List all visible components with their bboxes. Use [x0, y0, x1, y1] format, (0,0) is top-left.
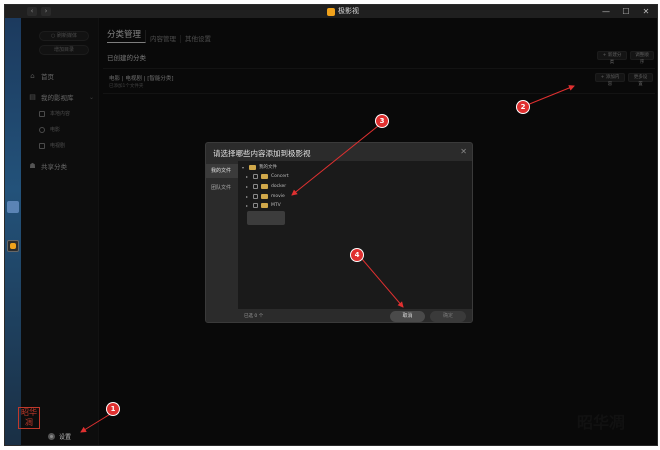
- folder-label: movie: [271, 193, 285, 199]
- chevron-right-icon[interactable]: ▸: [246, 184, 250, 189]
- folder-icon: [261, 173, 268, 179]
- desktop-strip: [5, 18, 21, 445]
- title-bar: ‹ › 极影视 — ☐ ✕: [5, 5, 657, 18]
- add-content-dialog: 请选择哪些内容添加到极影视 ✕ 我的文件 团队文件 ▾ 我的文件 ▸ Conce…: [205, 142, 473, 323]
- app-title: 极影视: [327, 6, 359, 17]
- settings-button[interactable]: 设置: [48, 432, 71, 441]
- annotation-badge-3: 3: [376, 115, 388, 127]
- folder-label: docker: [271, 183, 287, 189]
- cancel-button[interactable]: 取消: [390, 311, 425, 322]
- app-title-text: 极影视: [338, 7, 359, 15]
- chevron-right-icon[interactable]: ▸: [246, 203, 250, 208]
- folder-icon: [261, 193, 268, 199]
- dialog-source-tabs: 我的文件 团队文件: [206, 161, 238, 322]
- annotation-badge-1: 1: [107, 403, 119, 415]
- tree-folder[interactable]: ▸ docker: [246, 182, 286, 190]
- tree-folder[interactable]: ▸ movie: [246, 192, 285, 200]
- desktop-app-icon[interactable]: [7, 201, 19, 213]
- tree-root-label: 我的文件: [259, 165, 277, 170]
- settings-label: 设置: [59, 434, 72, 441]
- nav-arrows: ‹ ›: [27, 7, 51, 16]
- confirm-button[interactable]: 确定: [430, 311, 466, 322]
- annotation-badge-2: 2: [517, 101, 529, 113]
- tree-folder[interactable]: ▸ Concert: [246, 172, 289, 180]
- dialog-footer: 已选 0 个 取消 确定: [238, 309, 472, 322]
- close-icon[interactable]: ✕: [460, 147, 467, 156]
- folder-checkbox[interactable]: [253, 183, 258, 189]
- annotation-badge-4: 4: [351, 249, 363, 261]
- folder-tree: ▾ 我的文件 ▸ Concert ▸ docker ▸ movie ▸ MTV: [238, 161, 472, 309]
- chevron-right-icon[interactable]: ▸: [246, 194, 250, 199]
- folder-checkbox[interactable]: [253, 202, 258, 208]
- gear-icon: [48, 433, 55, 440]
- back-icon[interactable]: ‹: [27, 7, 37, 16]
- dialog-title: 请选择哪些内容添加到极影视: [213, 149, 311, 158]
- close-icon[interactable]: ✕: [641, 6, 651, 17]
- watermark-text: 昭华凋: [577, 413, 626, 432]
- maximize-icon[interactable]: ☐: [621, 6, 631, 17]
- app-logo-icon: [327, 7, 335, 16]
- forward-icon[interactable]: ›: [41, 7, 51, 16]
- desktop-app-icon-active[interactable]: [7, 240, 19, 252]
- folder-label: MTV: [271, 202, 281, 208]
- chevron-down-icon[interactable]: ▾: [242, 165, 246, 170]
- tree-root[interactable]: ▾ 我的文件: [242, 163, 277, 171]
- blurred-region: [247, 211, 285, 225]
- folder-label: Concert: [271, 173, 289, 179]
- folder-icon: [261, 183, 268, 189]
- folder-icon: [249, 164, 256, 170]
- app-logo-icon: [10, 243, 16, 249]
- seal-stamp: 昭华凋: [18, 407, 40, 429]
- tree-folder[interactable]: ▸ MTV: [246, 201, 281, 209]
- minimize-icon[interactable]: —: [601, 6, 611, 17]
- selected-count: 已选 0 个: [244, 314, 264, 319]
- tab-my-files[interactable]: 我的文件: [206, 164, 238, 178]
- window-controls: — ☐ ✕: [601, 6, 651, 17]
- folder-checkbox[interactable]: [253, 173, 258, 179]
- folder-icon: [261, 202, 268, 208]
- tab-team-files[interactable]: 团队文件: [206, 181, 238, 195]
- chevron-right-icon[interactable]: ▸: [246, 174, 250, 179]
- folder-checkbox[interactable]: [253, 193, 258, 199]
